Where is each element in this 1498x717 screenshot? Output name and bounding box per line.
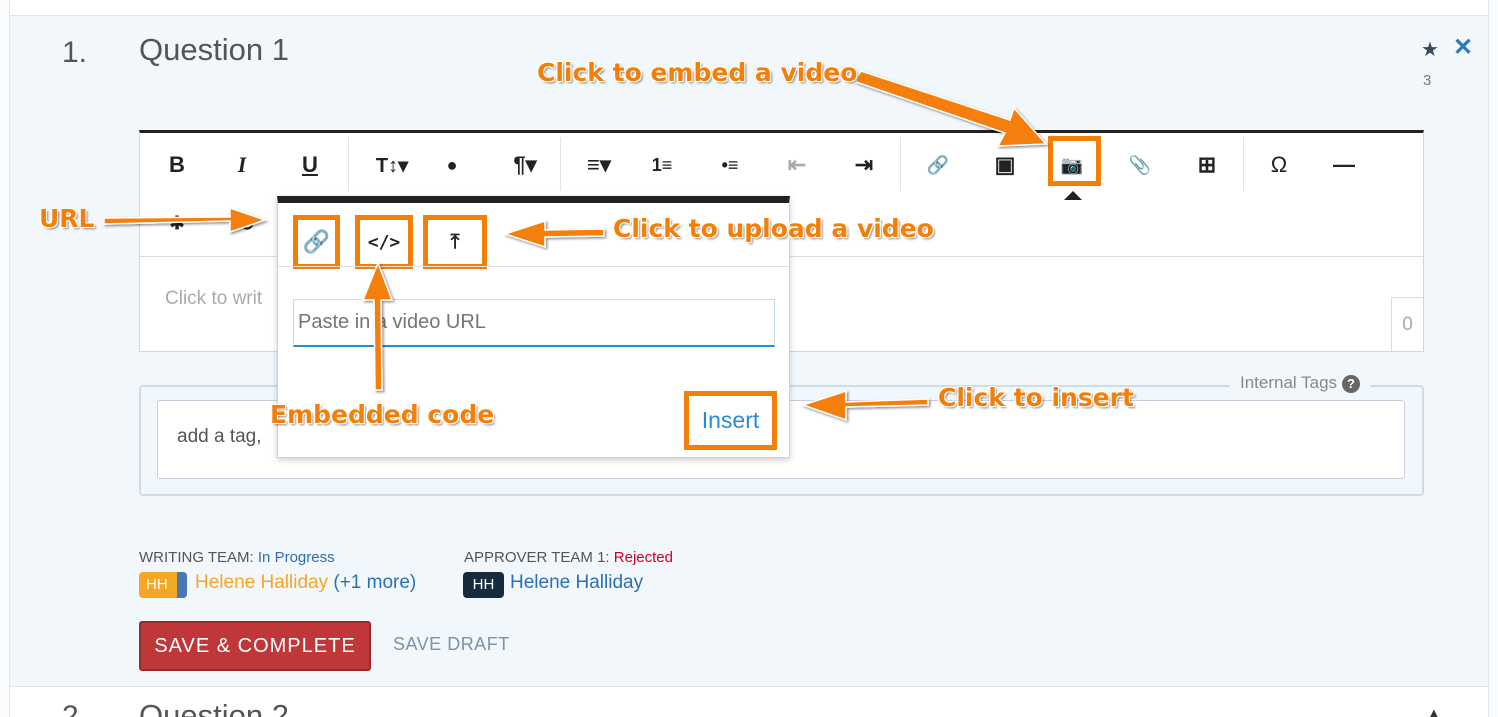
toolbar-separator xyxy=(560,137,561,191)
approver-team-label: APPROVER TEAM 1: xyxy=(464,549,614,566)
popup-divider xyxy=(278,266,789,267)
indent-button[interactable]: ⇥ xyxy=(842,145,886,185)
annotation-insert: Click to insert xyxy=(938,383,1134,412)
video-url-input[interactable] xyxy=(293,299,775,347)
annotation-upload-video: Click to upload a video xyxy=(613,214,934,243)
next-question-number: 2. xyxy=(62,700,88,717)
approver-team-status: APPROVER TEAM 1: Rejected xyxy=(464,549,673,566)
bold-button[interactable]: B xyxy=(155,145,199,185)
close-icon[interactable]: ✕ xyxy=(1453,33,1473,62)
paragraph-format-button[interactable]: ¶▾ xyxy=(500,145,550,185)
question-number: 1. xyxy=(62,36,88,69)
avatar-stack-indicator xyxy=(177,572,187,598)
toolbar-separator xyxy=(900,137,901,191)
link-button[interactable]: 🔗 xyxy=(916,145,960,185)
writing-team-value: In Progress xyxy=(257,549,335,566)
star-icon[interactable]: ★ xyxy=(1421,37,1439,62)
internal-tags-legend: Internal Tags? xyxy=(1230,373,1371,393)
italic-button[interactable]: I xyxy=(220,145,264,185)
toolbar-separator xyxy=(1243,137,1244,191)
left-gutter xyxy=(0,0,10,717)
save-complete-button[interactable]: SAVE & COMPLETE xyxy=(139,621,371,671)
character-counter: 0 xyxy=(1391,297,1423,351)
link-icon: 🔗 xyxy=(302,229,331,254)
writer-name[interactable]: Helene Halliday (+1 more) xyxy=(195,572,416,594)
insert-table-button[interactable]: ⊞ xyxy=(1185,145,1229,185)
code-icon: </> xyxy=(367,231,401,253)
video-upload-button[interactable]: ⤒ xyxy=(423,215,487,269)
unordered-list-button[interactable]: •≡ xyxy=(708,145,752,185)
next-question-title[interactable]: Question 2 xyxy=(139,698,289,717)
toolbar-separator xyxy=(348,137,349,191)
font-size-button[interactable]: T↕▾ xyxy=(362,145,422,185)
video-popup-caret xyxy=(1064,191,1082,200)
writer-name-text: Helene Halliday xyxy=(195,572,329,593)
video-embed-code-button[interactable]: </> xyxy=(355,215,413,269)
internal-tags-label: Internal Tags xyxy=(1240,373,1338,392)
insert-button[interactable]: Insert xyxy=(684,391,777,450)
annotation-embedded-code: Embedded code xyxy=(270,400,495,429)
writer-initials: HH xyxy=(146,576,168,593)
tag-input-placeholder: add a tag, xyxy=(177,426,262,447)
help-icon[interactable]: ? xyxy=(1342,375,1361,393)
align-button[interactable]: ≡▾ xyxy=(572,145,626,185)
save-draft-button[interactable]: SAVE DRAFT xyxy=(393,634,510,655)
video-by-url-button[interactable]: 🔗 xyxy=(293,215,340,269)
collapse-arrow-icon[interactable]: ▲ xyxy=(1425,704,1443,717)
question-points: 3 xyxy=(1423,72,1432,89)
approver-name[interactable]: Helene Halliday xyxy=(510,572,643,594)
page: 1. Question 1 ★ ✕ 3 B I U T↕▾ ● ¶▾ ≡▾ 1≡… xyxy=(0,0,1498,717)
writing-team-status: WRITING TEAM: In Progress xyxy=(139,549,335,566)
annotation-url: URL xyxy=(39,204,95,233)
outdent-button[interactable]: ⇤ xyxy=(775,145,819,185)
right-gutter xyxy=(1488,0,1498,717)
approver-team-value: Rejected xyxy=(613,549,673,566)
writing-team-label: WRITING TEAM: xyxy=(139,549,258,566)
writer-avatar: HH xyxy=(139,572,187,598)
horizontal-rule-button[interactable]: — xyxy=(1322,145,1366,185)
upload-icon: ⤒ xyxy=(450,230,460,253)
underline-button[interactable]: U xyxy=(288,145,332,185)
editor-placeholder[interactable]: Click to writ xyxy=(165,288,262,310)
annotation-embed-video: Click to embed a video xyxy=(537,58,858,87)
video-button-highlight xyxy=(1048,136,1101,186)
insert-image-button[interactable]: ▣ xyxy=(983,145,1027,185)
clear-format-icon[interactable]: ⊘ xyxy=(225,203,269,243)
writer-more-link[interactable]: (+1 more) xyxy=(328,572,416,593)
text-color-button[interactable]: ● xyxy=(430,145,474,185)
code-view-icon[interactable]: ✱ xyxy=(155,203,199,243)
attach-file-button[interactable]: 📎 xyxy=(1118,145,1162,185)
approver-avatar: HH xyxy=(463,572,504,598)
special-character-button[interactable]: Ω xyxy=(1257,145,1301,185)
ordered-list-button[interactable]: 1≡ xyxy=(640,145,684,185)
question-title[interactable]: Question 1 xyxy=(139,32,289,68)
